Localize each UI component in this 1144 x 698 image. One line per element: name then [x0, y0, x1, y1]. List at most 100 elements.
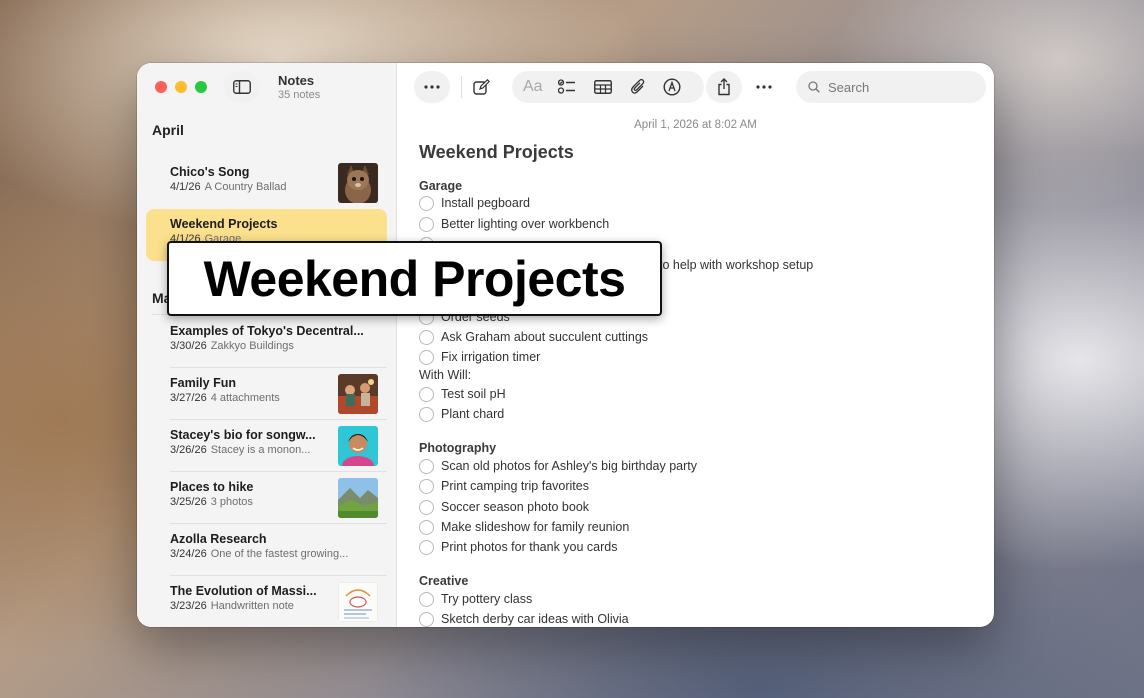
note-date: 3/26/26	[170, 444, 207, 456]
checklist-item[interactable]: Plant chard	[419, 404, 504, 424]
note-item-chicos-song[interactable]: Chico's Song 4/1/26 A Country Ballad	[146, 157, 387, 209]
minimize-window-button[interactable]	[175, 81, 187, 93]
checkbox-circle-icon[interactable]	[419, 349, 434, 365]
portrait-photo-thumbnail	[338, 426, 378, 466]
note-item-places-to-hike[interactable]: Places to hike 3/25/26 3 photos	[146, 472, 387, 524]
share-icon	[717, 78, 731, 96]
section-header-april: April	[152, 122, 184, 138]
search-icon	[808, 81, 820, 93]
format-toolbar-group: Aa	[512, 71, 704, 103]
checkbox-circle-icon[interactable]	[419, 591, 434, 607]
note-title: Stacey's bio for songw...	[170, 428, 316, 442]
landscape-photo-thumbnail	[338, 478, 378, 518]
note-preview: Stacey is a monon...	[210, 444, 311, 456]
note-preview: Zakkyo Buildings	[210, 340, 294, 352]
close-window-button[interactable]	[155, 81, 167, 93]
checklist-item[interactable]: Fix irrigation timer	[419, 347, 540, 367]
checkbox-circle-icon[interactable]	[419, 611, 434, 627]
note-meta: 3/24/26 One of the fastest growing...	[170, 548, 348, 560]
note-preview: A Country Ballad	[204, 181, 287, 193]
note-count: 35 notes	[278, 89, 321, 101]
checklist-item[interactable]: Print camping trip favorites	[419, 476, 589, 496]
note-title: Family Fun	[170, 376, 236, 390]
note-timestamp: April 1, 2026 at 8:02 AM	[634, 119, 757, 131]
checkbox-circle-icon[interactable]	[419, 499, 434, 515]
note-item-family-fun[interactable]: Family Fun 3/27/26 4 attachments	[146, 368, 387, 420]
checkbox-circle-icon[interactable]	[419, 519, 434, 535]
more-actions-button[interactable]	[746, 71, 782, 103]
table-icon[interactable]	[594, 80, 612, 94]
checkbox-circle-icon[interactable]	[419, 458, 434, 474]
ellipsis-icon	[756, 85, 772, 89]
note-preview: 4 attachments	[210, 392, 280, 404]
checklist-item[interactable]: Test soil pH	[419, 384, 506, 404]
checkbox-circle-icon[interactable]	[419, 406, 434, 422]
search-placeholder: Search	[828, 79, 870, 95]
checkbox-circle-icon[interactable]	[419, 195, 434, 211]
cat-photo-thumbnail	[338, 163, 378, 203]
handwritten-note-thumbnail	[338, 582, 378, 622]
ellipsis-icon	[424, 85, 440, 89]
zoom-window-button[interactable]	[195, 81, 207, 93]
title-callout-overlay: Weekend Projects	[167, 241, 662, 316]
note-preview: 3 photos	[210, 496, 253, 508]
checklist-item[interactable]: Better lighting over workbench	[419, 214, 609, 234]
checklist-item[interactable]: Soccer season photo book	[419, 497, 589, 517]
note-meta: 3/26/26 Stacey is a monon...	[170, 444, 310, 456]
checklist-item[interactable]: Print photos for thank you cards	[419, 537, 617, 557]
note-meta: 3/30/26 Zakkyo Buildings	[170, 340, 294, 352]
note-date: 3/30/26	[170, 340, 207, 352]
attachment-icon[interactable]	[630, 78, 646, 96]
checkbox-circle-icon[interactable]	[419, 539, 434, 555]
text-format-button[interactable]: Aa	[523, 78, 543, 96]
note-item-tokyo[interactable]: Examples of Tokyo's Decentral... 3/30/26…	[146, 316, 387, 368]
note-date: 3/24/26	[170, 548, 207, 560]
note-date: 3/23/26	[170, 600, 207, 612]
markup-pen-icon[interactable]	[663, 78, 681, 96]
window-toolbar: Notes 35 notes Aa Search	[137, 63, 994, 111]
compose-icon	[472, 78, 490, 96]
more-options-button[interactable]	[414, 71, 450, 103]
note-title: Chico's Song	[170, 165, 250, 179]
note-title: The Evolution of Massi...	[170, 584, 317, 598]
group-title-photography: Photography	[419, 441, 497, 455]
share-button[interactable]	[706, 71, 742, 103]
sidebar-icon	[233, 80, 251, 94]
note-meta: 3/25/26 3 photos	[170, 496, 253, 508]
group-title-creative: Creative	[419, 574, 469, 588]
toolbar-divider	[461, 76, 462, 98]
search-field[interactable]: Search	[796, 71, 986, 103]
note-date: 4/1/26	[170, 181, 201, 193]
notes-list-sidebar: April Chico's Song 4/1/26 A Country Balla…	[137, 63, 397, 627]
note-title: Azolla Research	[170, 532, 267, 546]
family-photo-thumbnail	[338, 374, 378, 414]
checklist-icon[interactable]	[558, 79, 576, 95]
checklist-item[interactable]: Scan old photos for Ashley's big birthda…	[419, 456, 697, 476]
note-editor[interactable]: April 1, 2026 at 8:02 AM Weekend Project…	[397, 111, 994, 627]
note-date: 3/25/26	[170, 496, 207, 508]
checklist-item[interactable]: Try pottery class	[419, 589, 532, 609]
note-meta: 4/1/26 A Country Ballad	[170, 181, 287, 193]
checklist-item[interactable]: Make slideshow for family reunion	[419, 517, 629, 537]
new-note-button[interactable]	[463, 71, 499, 103]
note-title: Examples of Tokyo's Decentral...	[170, 324, 364, 338]
note-title: Places to hike	[170, 480, 254, 494]
checklist-item[interactable]: Ask Graham about succulent cuttings	[419, 327, 648, 347]
app-title: Notes	[278, 73, 315, 88]
checkbox-circle-icon[interactable]	[419, 216, 434, 232]
checklist-item[interactable]: Sketch derby car ideas with Olivia	[419, 609, 629, 627]
note-item-azolla[interactable]: Azolla Research 3/24/26 One of the fastes…	[146, 524, 387, 576]
checklist-item[interactable]: Install pegboard	[419, 193, 530, 213]
note-title: Weekend Projects	[170, 217, 278, 231]
group-title-with-will: With Will:	[419, 368, 472, 382]
note-meta: 3/23/26 Handwritten note	[170, 600, 294, 612]
checkbox-circle-icon[interactable]	[419, 329, 434, 345]
note-preview: Handwritten note	[210, 600, 294, 612]
checkbox-circle-icon[interactable]	[419, 478, 434, 494]
checkbox-circle-icon[interactable]	[419, 386, 434, 402]
note-meta: 3/27/26 4 attachments	[170, 392, 280, 404]
note-item-evolution[interactable]: The Evolution of Massi... 3/23/26 Handwri…	[146, 576, 387, 627]
note-heading: Weekend Projects	[419, 142, 574, 162]
note-item-stacey-bio[interactable]: Stacey's bio for songw... 3/26/26 Stacey …	[146, 420, 387, 472]
sidebar-toggle-button[interactable]	[224, 71, 260, 103]
